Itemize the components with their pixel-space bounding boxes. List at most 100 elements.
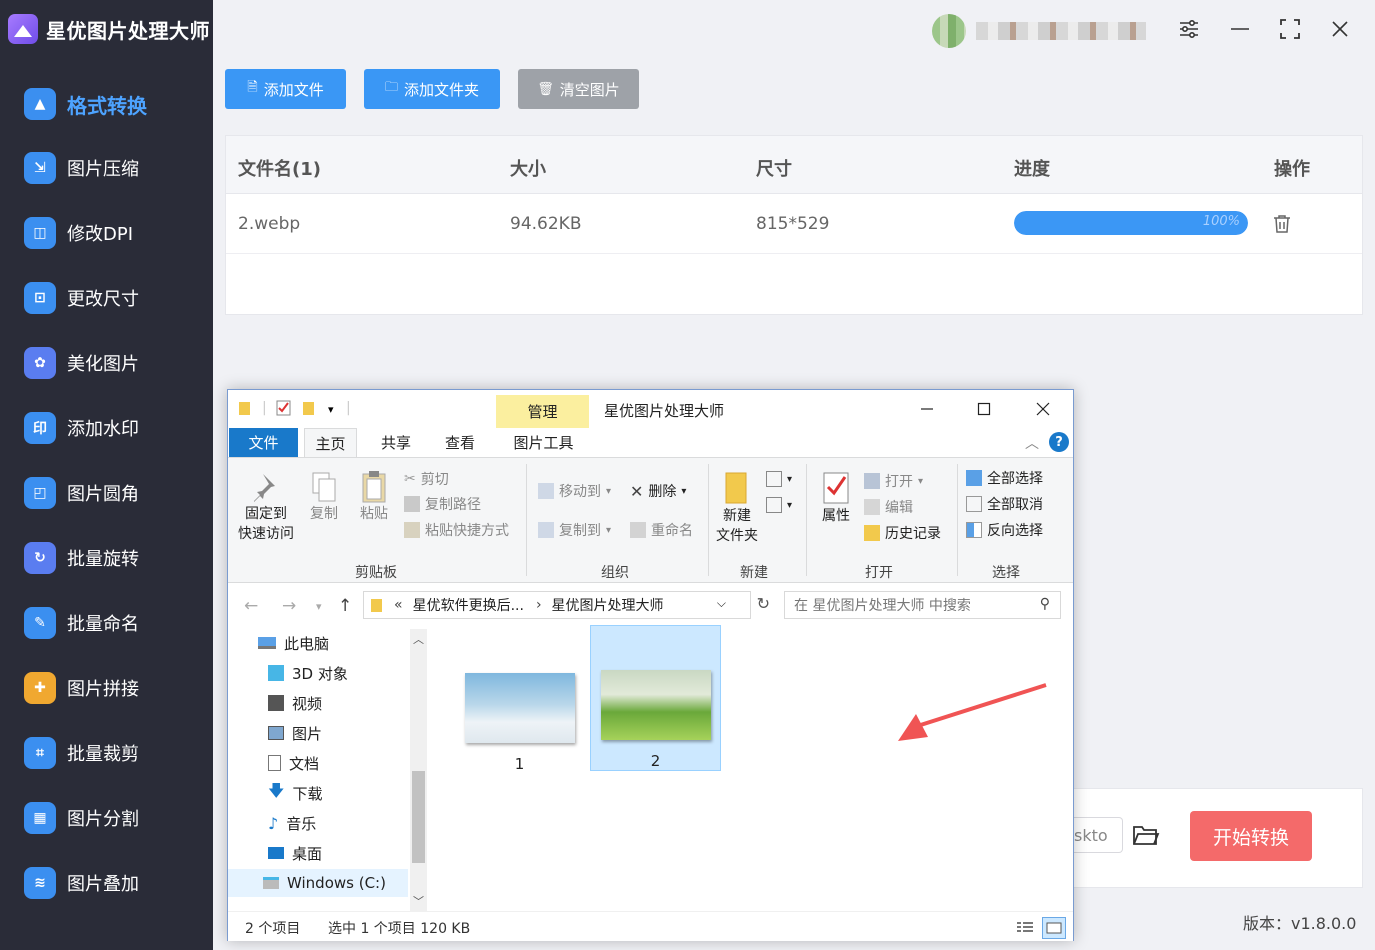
delete-button[interactable]: ✕ 删除 ▾ — [630, 480, 686, 502]
recent-locations-icon[interactable]: ▾ — [316, 600, 322, 613]
explorer-minimize-icon[interactable] — [912, 396, 942, 422]
sidebar-item-7[interactable]: ◰ 图片圆角 — [0, 468, 213, 518]
cut-button[interactable]: ✂ 剪切 — [404, 468, 449, 490]
tree-item-documents[interactable]: 文档 — [268, 749, 319, 777]
easy-access-button[interactable]: ▾ — [766, 494, 792, 516]
explorer-close-icon[interactable] — [1028, 396, 1058, 422]
open-button[interactable]: 打开 ▾ — [864, 470, 923, 492]
scroll-up-icon[interactable]: ︿ — [413, 631, 424, 647]
properties-button[interactable]: 属性 — [816, 470, 856, 526]
customize-quick-access-icon[interactable]: ▾ — [328, 403, 334, 416]
copy-to-button[interactable]: 复制到 ▾ — [538, 519, 611, 541]
history-button[interactable]: 历史记录 — [864, 522, 941, 544]
paste-button[interactable]: 粘贴 — [356, 470, 392, 524]
invert-selection-button[interactable]: 反向选择 — [966, 519, 1043, 541]
search-icon[interactable]: ⚲ — [1040, 596, 1050, 612]
search-input[interactable]: 在 星优图片处理大师 中搜索 ⚲ — [784, 591, 1061, 619]
close-icon[interactable] — [1327, 16, 1353, 42]
new-item-button[interactable]: ▾ — [766, 468, 792, 490]
sidebar-item-12[interactable]: ▦ 图片分割 — [0, 793, 213, 843]
tab-share[interactable]: 共享 — [371, 428, 421, 457]
item-count: 2 个项目 — [245, 921, 301, 937]
tab-file[interactable]: 文件 — [229, 428, 298, 457]
tree-item-videos[interactable]: 视频 — [268, 689, 322, 717]
scroll-down-icon[interactable]: ﹀ — [413, 893, 424, 909]
ribbon-separator — [806, 464, 807, 576]
details-view-icon[interactable] — [1014, 917, 1038, 939]
add-file-button[interactable]: 🗎 添加文件 — [225, 69, 346, 109]
sidebar-item-10[interactable]: ✚ 图片拼接 — [0, 663, 213, 713]
forward-arrow-icon[interactable]: → — [282, 596, 296, 616]
large-icons-view-icon[interactable] — [1042, 917, 1066, 939]
explorer-maximize-icon[interactable] — [969, 396, 999, 422]
add-folder-button[interactable]: 🗀 添加文件夹 — [364, 69, 500, 109]
back-arrow-icon[interactable]: ← — [244, 596, 258, 616]
tree-item-windows-c[interactable]: Windows (C:) — [228, 869, 408, 897]
breadcrumb-current[interactable]: 星优图片处理大师 — [552, 595, 664, 615]
tree-item-music[interactable]: ♪ 音乐 — [268, 809, 316, 837]
edit-button[interactable]: 编辑 — [864, 496, 913, 518]
up-arrow-icon[interactable]: ↑ — [338, 596, 352, 616]
address-overflow[interactable]: « — [394, 597, 403, 613]
properties-check-icon[interactable] — [276, 400, 292, 420]
output-path-input[interactable]: skto — [1074, 817, 1123, 853]
select-all-button[interactable]: 全部选择 — [966, 467, 1043, 489]
sidebar-item-1[interactable]: ▲ 格式转换 — [0, 79, 213, 129]
clear-images-button[interactable]: 🗑 清空图片 — [518, 69, 639, 109]
sidebar-item-8[interactable]: ↻ 批量旋转 — [0, 533, 213, 583]
select-none-button[interactable]: 全部取消 — [966, 493, 1043, 515]
sidebar-item-6[interactable]: 印添加水印 — [0, 403, 213, 453]
user-info[interactable] — [932, 14, 1157, 48]
collapse-ribbon-icon[interactable]: ︿ — [1025, 433, 1039, 453]
file-item-2[interactable]: 2 — [590, 625, 721, 771]
avatar[interactable] — [932, 14, 966, 48]
film-icon — [268, 695, 284, 711]
help-icon[interactable]: ? — [1049, 432, 1069, 452]
tree-item-downloads[interactable]: 🡇 下载 — [268, 779, 322, 807]
address-bar[interactable]: « 星优软件更换后... › 星优图片处理大师 ⌵ ↻ — [363, 591, 770, 619]
sidebar-item-4[interactable]: ⊡ 更改尺寸 — [0, 273, 213, 323]
breadcrumb-parent[interactable]: 星优软件更换后... — [413, 595, 524, 615]
explorer-titlebar: | ▾ | 管理 星优图片处理大师 — [228, 390, 1073, 428]
tab-view[interactable]: 查看 — [435, 428, 485, 457]
pin-quick-access-button[interactable]: 固定到 快速访问 — [236, 470, 296, 544]
tree-scrollbar[interactable]: ︿ ﹀ — [410, 629, 427, 911]
tab-picture-tools[interactable]: 图片工具 — [499, 428, 588, 457]
breadcrumb-separator[interactable]: › — [536, 597, 542, 613]
start-convert-button[interactable]: 开始转换 — [1190, 811, 1312, 861]
copy-button[interactable]: 复制 — [306, 470, 342, 524]
settings-sliders-icon[interactable] — [1176, 16, 1202, 42]
sidebar-item-9[interactable]: ✎ 批量命名 — [0, 598, 213, 648]
paste-shortcut-button[interactable]: 粘贴快捷方式 — [404, 519, 509, 541]
tree-item-3d-objects[interactable]: 3D 对象 — [268, 659, 348, 687]
sidebar-item-2[interactable]: ⇲ 图片压缩 — [0, 143, 213, 193]
new-folder-button[interactable]: 新建 文件夹 — [714, 470, 760, 546]
sidebar-item-3[interactable]: ◫ 修改DPI — [0, 208, 213, 258]
history-icon — [864, 525, 880, 541]
refresh-icon[interactable]: ↻ — [757, 594, 770, 613]
sidebar-item-11[interactable]: ⌗ 批量裁剪 — [0, 728, 213, 778]
new-folder-label-1: 新建 — [723, 508, 751, 524]
copy-path-button[interactable]: 复制路径 — [404, 493, 481, 515]
address-dropdown-icon[interactable]: ⌵ — [717, 596, 726, 611]
tab-manage[interactable]: 管理 — [496, 395, 589, 428]
invert-selection-icon — [966, 522, 982, 538]
cut-label: 剪切 — [420, 472, 449, 488]
minimize-icon[interactable] — [1227, 16, 1253, 42]
invert-selection-label: 反向选择 — [987, 523, 1043, 539]
open-folder-icon[interactable] — [1132, 823, 1160, 847]
move-to-button[interactable]: 移动到 ▾ — [538, 480, 611, 502]
delete-row-icon[interactable] — [1273, 214, 1293, 234]
tree-item-this-pc[interactable]: 此电脑 — [258, 629, 329, 657]
maximize-icon[interactable] — [1277, 16, 1303, 42]
tree-item-pictures[interactable]: 图片 — [268, 719, 322, 747]
sidebar-item-5[interactable]: ✿ 美化图片 — [0, 338, 213, 388]
sidebar-item-13[interactable]: ≋ 图片叠加 — [0, 858, 213, 908]
table-row[interactable]: 2.webp 94.62KB 815*529 100% — [226, 194, 1362, 254]
tree-item-desktop[interactable]: 桌面 — [268, 839, 322, 867]
file-item-1[interactable]: 1 — [454, 635, 585, 781]
scrollbar-thumb[interactable] — [412, 771, 425, 863]
rename-button[interactable]: 重命名 — [630, 519, 693, 541]
tab-home[interactable]: 主页 — [304, 428, 357, 457]
new-folder-quick-icon[interactable] — [302, 400, 316, 420]
